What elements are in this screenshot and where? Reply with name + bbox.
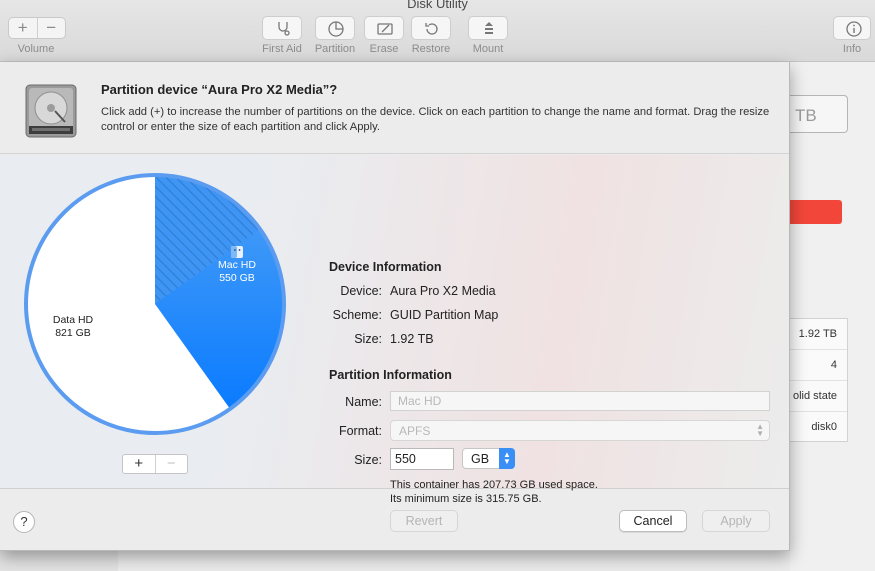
sheet-title: Partition device “Aura Pro X2 Media”? [101,82,338,97]
partition-info-heading: Partition Information [329,368,452,382]
info-table-cell: disk0 [811,421,837,433]
info-icon [846,21,862,37]
up-down-chevron-icon: ▲ ▼ [499,448,515,469]
capacity-display: TB [780,95,848,133]
info-button[interactable] [833,16,871,40]
info-table-cell: 4 [781,350,847,381]
eraser-icon [377,23,393,35]
first-aid-button[interactable] [262,16,302,40]
partition-name-input[interactable] [390,391,770,411]
apply-button[interactable]: Apply [702,510,770,532]
device-size-label: Size: [354,332,382,346]
add-partition-button[interactable]: + [123,455,155,473]
slice-size: 821 GB [55,327,91,339]
sheet-description: Click add (+) to increase the number of … [101,106,770,133]
remove-volume-button[interactable]: − [36,18,66,38]
slice-size: 550 GB [219,272,255,284]
add-volume-button[interactable]: + [9,18,37,38]
info-table: 1.92 TB 4 olid state disk0 [780,318,848,442]
minimum-size-hint: Its minimum size is 315.75 GB. [390,493,542,505]
volume-label: Volume [17,43,55,55]
name-label: Name: [345,395,382,409]
info-label: Info [842,43,862,55]
size-unit-select[interactable]: GB ▲ ▼ [462,448,515,469]
erase-button[interactable] [364,16,404,40]
toolbar: Disk Utility + − Volume First Aid Partit… [0,0,875,62]
slice-name: Mac HD [218,259,256,271]
usage-bar [785,200,842,224]
mount-label: Mount [472,43,504,55]
partition-button[interactable] [315,16,355,40]
device-info-heading: Device Information [329,260,442,274]
used-space-hint: This container has 207.73 GB used space. [390,479,598,491]
volume-segmented-control: + − [8,17,66,39]
device-value: Aura Pro X2 Media [390,284,496,298]
size-hint: This container has 207.73 GB used space.… [390,478,598,506]
device-size-value: 1.92 TB [390,332,434,346]
slice-label-data-hd: Data HD 821 GB [40,314,106,340]
partition-size-label: Size: [354,453,382,467]
mount-button[interactable] [468,16,508,40]
scheme-label: Scheme: [332,308,382,322]
format-label: Format: [338,424,382,438]
stethoscope-icon [278,22,290,36]
size-unit-value: GB [471,452,490,466]
revert-button[interactable]: Revert [390,510,458,532]
partition-sheet: Partition device “Aura Pro X2 Media”? Cl… [0,62,790,551]
finder-icon [231,246,243,258]
info-table-cell: olid state [781,381,847,412]
info-table-cell: 1.92 TB [781,319,847,350]
sheet-body: Data HD 821 GB Mac HD 550 GB + − Device … [0,155,789,505]
up-down-chevron-icon: ▲ ▼ [756,422,764,438]
partition-pie-chart[interactable]: Data HD 821 GB Mac HD 550 GB [22,171,288,442]
partition-size-input[interactable] [390,448,454,470]
restore-button[interactable] [411,16,451,40]
first-aid-label: First Aid [262,43,302,55]
sheet-header: Partition device “Aura Pro X2 Media”? Cl… [0,62,789,154]
scheme-value: GUID Partition Map [390,308,499,322]
pie-chart-icon [328,21,344,37]
detail-panel-background [790,62,875,571]
remove-partition-button[interactable]: − [154,455,188,473]
slice-label-mac-hd: Mac HD 550 GB [204,245,270,285]
restore-arrow-icon [425,23,438,35]
format-value: APFS [399,424,431,438]
hard-drive-icon [25,84,77,138]
window-title: Disk Utility [407,0,468,11]
format-select[interactable]: APFS ▲ ▼ [390,420,770,441]
help-button[interactable]: ? [13,511,35,533]
device-label: Device: [340,284,382,298]
pie-svg[interactable] [22,171,288,437]
cancel-button[interactable]: Cancel [619,510,687,532]
restore-label: Restore [411,43,451,55]
mount-icon [485,22,493,34]
slice-name: Data HD [52,314,94,326]
partition-add-remove-control: + − [122,454,188,474]
